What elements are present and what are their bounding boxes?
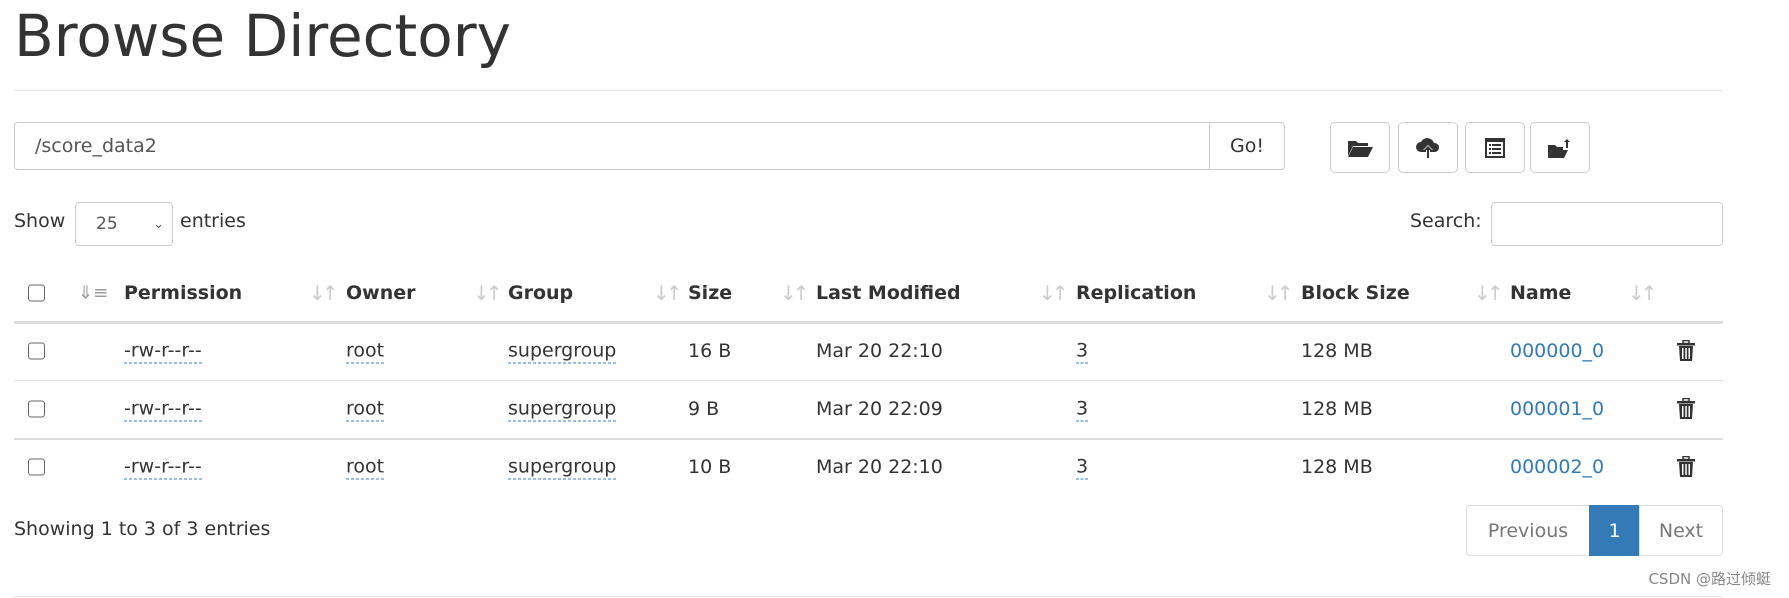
footer-divider (14, 596, 1723, 597)
block-size: 128 MB (1301, 398, 1373, 420)
trash-icon[interactable] (1676, 456, 1696, 478)
row-checkbox[interactable] (28, 400, 45, 418)
cut-paste-button[interactable] (1465, 122, 1525, 173)
page-1-button[interactable]: 1 (1589, 505, 1640, 556)
next-button[interactable]: Next (1639, 505, 1723, 556)
create-directory-button[interactable] (1330, 122, 1390, 173)
col-size[interactable]: Size (688, 282, 732, 304)
size: 16 B (688, 340, 732, 362)
trash-icon[interactable] (1676, 398, 1696, 420)
col-block-size[interactable]: Block Size (1301, 282, 1410, 304)
size: 9 B (688, 398, 720, 420)
move-button[interactable] (1530, 122, 1590, 173)
last-modified: Mar 20 22:10 (816, 456, 943, 478)
col-owner[interactable]: Owner (346, 282, 416, 304)
table-row: -rw-r--r-- root supergroup 9 B Mar 20 22… (14, 380, 1723, 438)
folder-open-icon (1348, 140, 1373, 157)
permission[interactable]: -rw-r--r-- (124, 339, 202, 364)
list-alt-icon (1485, 137, 1505, 158)
owner[interactable]: root (346, 397, 385, 422)
last-modified: Mar 20 22:10 (816, 340, 943, 362)
owner[interactable]: root (346, 455, 385, 480)
cloud-upload-icon (1416, 137, 1440, 158)
sort-icon[interactable]: ↓↑ (653, 281, 682, 305)
sort-icon[interactable]: ↓↑ (1474, 281, 1503, 305)
last-modified: Mar 20 22:09 (816, 398, 943, 420)
previous-button[interactable]: Previous (1466, 505, 1590, 556)
table-header: ⇓≡ Permission Owner Group Size Last Modi… (14, 264, 1723, 322)
col-group[interactable]: Group (508, 282, 573, 304)
size: 10 B (688, 456, 732, 478)
sort-icon[interactable]: ↓↑ (1264, 281, 1293, 305)
sort-icon[interactable]: ↓↑ (780, 281, 809, 305)
file-name-link[interactable]: 000001_0 (1510, 398, 1604, 420)
entries-label: entries (180, 210, 246, 232)
search-label: Search: (1410, 210, 1482, 232)
block-size: 128 MB (1301, 340, 1373, 362)
row-checkbox[interactable] (28, 342, 45, 360)
divider (14, 90, 1723, 91)
file-name-link[interactable]: 000002_0 (1510, 456, 1604, 478)
col-replication[interactable]: Replication (1076, 282, 1196, 304)
group[interactable]: supergroup (508, 397, 617, 422)
permission[interactable]: -rw-r--r-- (124, 397, 202, 422)
folder-move-icon (1548, 138, 1570, 158)
table-row: -rw-r--r-- root supergroup 16 B Mar 20 2… (14, 322, 1723, 380)
col-name[interactable]: Name (1510, 282, 1571, 304)
table-row: -rw-r--r-- root supergroup 10 B Mar 20 2… (14, 438, 1723, 496)
replication[interactable]: 3 (1076, 455, 1089, 480)
group[interactable]: supergroup (508, 339, 617, 364)
sort-icon[interactable]: ↓↑ (1039, 281, 1068, 305)
watermark: CSDN @路过倾蜓 (1648, 570, 1771, 588)
owner[interactable]: root (346, 339, 385, 364)
permission[interactable]: -rw-r--r-- (124, 455, 202, 480)
upload-button[interactable] (1398, 122, 1458, 173)
replication[interactable]: 3 (1076, 339, 1089, 364)
search-input[interactable] (1491, 202, 1723, 246)
sort-icon[interactable]: ↓↑ (473, 281, 502, 305)
file-name-link[interactable]: 000000_0 (1510, 340, 1604, 362)
page-size-value: 25 (96, 214, 118, 234)
group[interactable]: supergroup (508, 455, 617, 480)
row-checkbox[interactable] (28, 458, 45, 476)
sort-icon[interactable]: ↓↑ (309, 281, 338, 305)
sort-icon[interactable]: ↓↑ (1628, 281, 1657, 305)
chevron-down-icon: ⌄ (153, 216, 164, 232)
go-button[interactable]: Go! (1209, 122, 1285, 170)
page-title: Browse Directory (14, 2, 511, 70)
table-info: Showing 1 to 3 of 3 entries (14, 518, 271, 540)
replication[interactable]: 3 (1076, 397, 1089, 422)
sort-desc-icon[interactable]: ⇓≡ (78, 283, 108, 304)
page-size-select[interactable]: 25 ⌄ (75, 202, 173, 246)
block-size: 128 MB (1301, 456, 1373, 478)
col-permission[interactable]: Permission (124, 282, 242, 304)
show-label: Show (14, 210, 66, 232)
trash-icon[interactable] (1676, 340, 1696, 362)
col-last-modified[interactable]: Last Modified (816, 282, 961, 304)
select-all-checkbox[interactable] (28, 284, 45, 302)
path-input[interactable] (14, 122, 1210, 170)
